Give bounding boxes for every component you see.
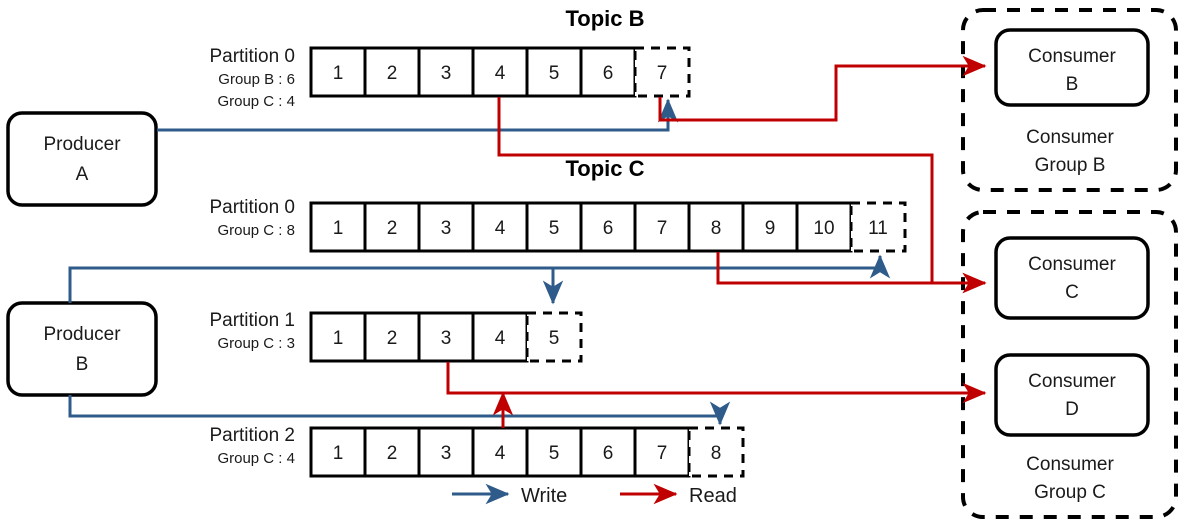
topic-c-partition-0-cell-value: 8 <box>711 218 722 239</box>
topic-b: Topic B Partition 0 Group B : 6 Group C : 4… <box>209 6 691 110</box>
topic-c-partition-2-cell-value: 4 <box>495 443 506 464</box>
consumer-c-box[interactable] <box>994 236 1150 320</box>
topic-b-partition-0-cell-value: 4 <box>495 63 506 84</box>
topic-c-partition-0-cell-value: 2 <box>387 218 398 239</box>
consumer-group-b-label-line1: Consumer <box>1026 127 1114 148</box>
producer-b-label-line1: Producer <box>43 324 121 345</box>
write-producer-b-to-topic-c-p2 <box>68 395 731 426</box>
topic-b-partition-0-cell-value: 5 <box>549 63 560 84</box>
topic-c-partition-1-cell-value: 1 <box>333 328 344 349</box>
consumer-d-box[interactable] <box>994 353 1150 437</box>
consumer-d[interactable]: Consumer D <box>994 353 1150 437</box>
topic-c-partition-1-cell-value: 2 <box>387 328 398 349</box>
topic-c-partition-0-cell-value: 3 <box>441 218 452 239</box>
topic-c-partition-0-cell-value: 9 <box>765 218 776 239</box>
topic-b-partition-0-cell-value: 6 <box>603 63 614 84</box>
producer-a-label-line2: A <box>76 164 89 185</box>
consumer-group-c: Consumer C Consumer D Consumer Group C <box>961 210 1178 519</box>
topic-c-partition-0-cell-value: 4 <box>495 218 506 239</box>
topic-c-partition-2-cell-value: 7 <box>657 443 668 464</box>
topic-c-partition-0-pending-cell-value: 11 <box>868 218 888 239</box>
write-arrows-layer <box>68 98 891 426</box>
topic-c: Topic C Partition 0 Group C : 8 1 2 3 4 5 6 7 8 9 10… <box>209 156 907 478</box>
producer-b[interactable]: Producer B <box>6 301 158 397</box>
consumer-c-label-line2: C <box>1065 282 1079 303</box>
topic-b-title: Topic B <box>565 6 644 31</box>
topic-c-partition-0-cell-value: 6 <box>603 218 614 239</box>
legend-write: Write <box>452 483 567 507</box>
topic-c-partition-2: Partition 2 Group C : 4 1 2 3 4 5 6 7 8 <box>209 425 745 478</box>
producers-layer: Producer A Producer B <box>6 111 158 397</box>
producer-a-box[interactable] <box>6 111 158 207</box>
consumer-b[interactable]: Consumer B <box>994 28 1150 107</box>
topic-b-partition-0-cell-value: 1 <box>333 63 344 84</box>
producer-b-box[interactable] <box>6 301 158 397</box>
legend-layer: Write Read <box>452 483 737 507</box>
consumer-b-label-line2: B <box>1066 74 1079 95</box>
topic-b-partition-0-cell-value: 2 <box>387 63 398 84</box>
topic-c-partition-0-cell-value: 1 <box>333 218 344 239</box>
topic-b-partition-0-group-offset-1: Group C : 4 <box>217 93 295 110</box>
topics-layer: Topic B Partition 0 Group B : 6 Group C : 4… <box>209 6 907 478</box>
topic-c-partition-0-cell-value: 10 <box>813 218 834 239</box>
topic-c-partition-2-group-offset-0: Group C : 4 <box>217 450 295 467</box>
legend-write-label: Write <box>521 485 567 507</box>
topic-c-partition-1-group-offset-0: Group C : 3 <box>217 335 295 352</box>
consumer-c[interactable]: Consumer C <box>994 236 1150 320</box>
topic-c-title: Topic C <box>565 156 644 181</box>
topic-c-partition-2-cell-value: 1 <box>333 443 344 464</box>
topic-c-partition-2-cell-value: 2 <box>387 443 398 464</box>
kafka-topic-partition-diagram: Producer A Producer B Topic B Partition 0 Gro… <box>0 0 1187 525</box>
diagram-canvas: Producer A Producer B Topic B Partition 0 Gro… <box>6 6 1178 519</box>
topic-c-partition-0: Partition 0 Group C : 8 1 2 3 4 5 6 7 8 9 10 11 <box>209 197 907 253</box>
topic-b-partition-0-cell-value: 3 <box>441 63 452 84</box>
topic-c-partition-1-name-label: Partition 1 <box>209 310 295 331</box>
read-group-b-topic-b-to-consumer-b <box>658 55 987 122</box>
legend-read-label: Read <box>689 485 737 507</box>
topic-c-partition-2-cell-value: 3 <box>441 443 452 464</box>
topic-c-partition-0-cell-value: 7 <box>657 218 668 239</box>
topic-c-partition-2-pending-cell-value: 8 <box>711 443 722 464</box>
read-group-c-topic-c-p1-to-consumer-d <box>446 362 987 404</box>
topic-b-partition-0-name-label: Partition 0 <box>209 46 295 67</box>
read-group-c-topic-b-to-consumer-c <box>497 97 987 294</box>
topic-c-partition-2-cell-value: 5 <box>549 443 560 464</box>
consumer-group-b: Consumer B Consumer Group B <box>961 8 1178 192</box>
topic-b-partition-0-pending-cell-value: 7 <box>657 63 668 84</box>
write-producer-b-to-topic-c-p0 <box>68 254 891 303</box>
topic-c-partition-2-cell-value: 6 <box>603 443 614 464</box>
consumer-c-label-line1: Consumer <box>1028 254 1116 275</box>
topic-c-partition-1-pending-cell-value: 5 <box>549 328 560 349</box>
legend-read: Read <box>620 483 737 507</box>
consumer-group-c-label-line2: Group C <box>1034 482 1106 503</box>
producer-b-label-line2: B <box>76 354 89 375</box>
topic-b-partition-0-group-offset-0: Group B : 6 <box>218 71 295 88</box>
topic-c-partition-1-cell-value: 4 <box>495 328 506 349</box>
consumer-groups-layer: ConsumerBConsumerGroup BConsumerCConsume… <box>961 8 1178 519</box>
consumer-b-label-line1: Consumer <box>1028 46 1116 67</box>
consumer-d-label-line2: D <box>1065 399 1079 420</box>
topic-c-partition-1: Partition 1 Group C : 3 1 2 3 4 5 <box>209 310 583 363</box>
producer-a[interactable]: Producer A <box>6 111 158 207</box>
consumer-group-c-label-line1: Consumer <box>1026 454 1114 475</box>
topic-c-partition-1-cell-value: 3 <box>441 328 452 349</box>
consumer-d-label-line1: Consumer <box>1028 371 1116 392</box>
topic-c-partition-0-group-offset-0: Group C : 8 <box>217 222 295 239</box>
topic-c-partition-2-name-label: Partition 2 <box>209 425 295 446</box>
topic-c-partition-0-name-label: Partition 0 <box>209 197 295 218</box>
producer-a-label-line1: Producer <box>43 134 121 155</box>
consumer-group-b-label-line2: Group B <box>1035 155 1106 176</box>
topic-b-partition-0: Partition 0 Group B : 6 Group C : 4 1 2 3 4 5 6 7 <box>209 46 691 110</box>
topic-c-partition-0-cell-value: 5 <box>549 218 560 239</box>
